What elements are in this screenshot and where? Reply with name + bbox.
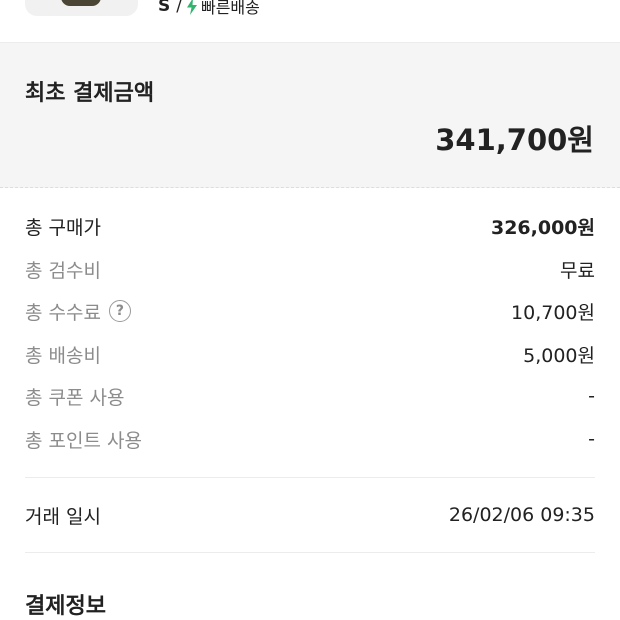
row-commission: 총 수수료 ? 10,700원: [25, 297, 595, 325]
row-points: 총 포인트 사용 -: [25, 425, 595, 453]
product-size: S: [158, 0, 171, 16]
row-inspection-fee: 총 검수비 무료: [25, 255, 595, 283]
row-label: 총 수수료: [25, 301, 101, 324]
payment-info-title: 결제정보: [25, 594, 106, 619]
row-value: 5,000원: [523, 344, 595, 367]
total-payment-label: 최초 결제금액: [25, 81, 155, 106]
row-transaction-date: 거래 일시 26/02/06 09:35: [25, 501, 595, 529]
row-value: 326,000원: [490, 216, 595, 239]
divider: [25, 552, 595, 553]
row-shipping-fee: 총 배송비 5,000원: [25, 340, 595, 368]
row-value: 무료: [560, 259, 595, 282]
row-label: 총 구매가: [25, 216, 101, 239]
row-value: 10,700원: [511, 301, 595, 324]
row-coupon: 총 쿠폰 사용 -: [25, 382, 595, 410]
row-label-wrap: 총 수수료 ?: [25, 298, 131, 325]
total-payment-value: 341,700원: [435, 123, 594, 157]
divider: [25, 477, 595, 478]
lightning-icon: [186, 0, 198, 15]
row-label: 총 배송비: [25, 344, 101, 367]
row-label: 총 쿠폰 사용: [25, 386, 125, 409]
row-label: 거래 일시: [25, 505, 101, 528]
row-label: 총 검수비: [25, 259, 101, 282]
delivery-type: 빠른배송: [200, 0, 260, 17]
row-value: -: [588, 385, 595, 407]
total-payment-box: 최초 결제금액 341,700원: [0, 43, 620, 188]
row-label: 총 포인트 사용: [25, 429, 142, 452]
option-separator: /: [176, 0, 182, 16]
product-image: [61, 0, 101, 6]
product-thumbnail: [25, 0, 138, 16]
row-value: 26/02/06 09:35: [448, 504, 595, 526]
row-purchase-price: 총 구매가 326,000원: [25, 212, 595, 240]
product-summary: S / 빠른배송: [0, 0, 620, 43]
product-option-line: S / 빠른배송: [158, 0, 260, 18]
question-circle-icon[interactable]: ?: [108, 300, 131, 322]
row-value: -: [588, 428, 595, 450]
